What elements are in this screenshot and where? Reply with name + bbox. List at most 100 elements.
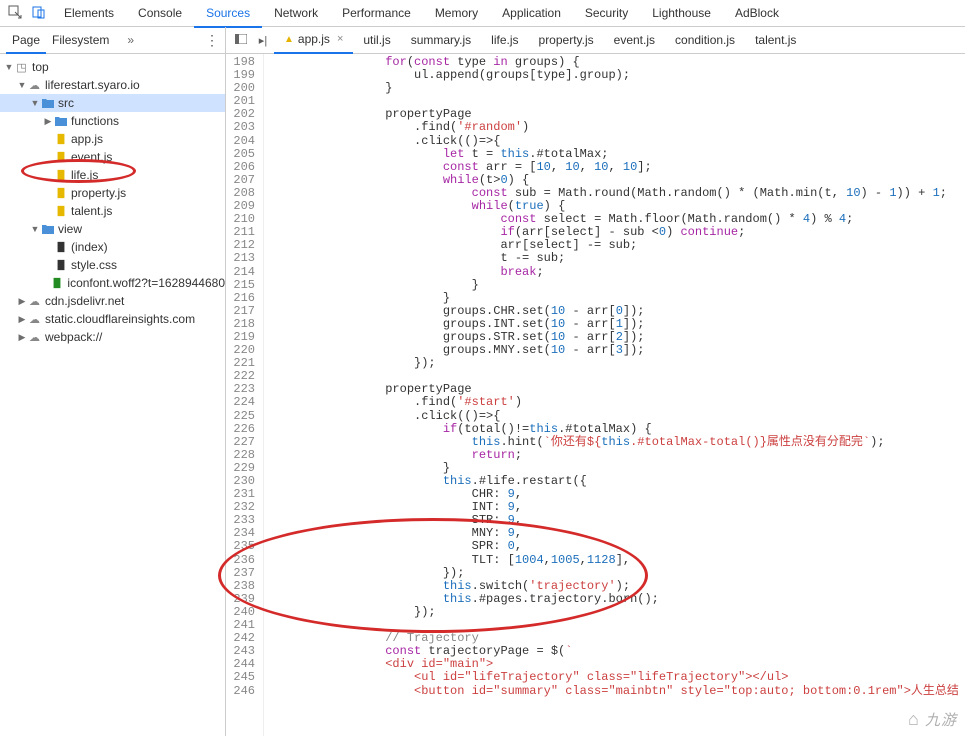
folder-blue-icon	[40, 222, 55, 236]
code-content[interactable]: for(const type in groups) { ul.append(gr…	[264, 54, 965, 736]
file-tab-label: property.js	[539, 33, 594, 47]
file-yellow-icon	[53, 186, 68, 200]
panel-tab-adblock[interactable]: AdBlock	[723, 0, 791, 26]
toggle-navigator-icon[interactable]	[230, 34, 252, 47]
tree-item[interactable]: (index)	[0, 238, 225, 256]
file-tab-label: life.js	[491, 33, 518, 47]
file-tab-label: condition.js	[675, 33, 735, 47]
tree-item-label: webpack://	[45, 330, 102, 344]
file-tab-label: talent.js	[755, 33, 796, 47]
tree-arrow-icon[interactable]: ▼	[30, 224, 40, 234]
tree-item[interactable]: ▶☁static.cloudflareinsights.com	[0, 310, 225, 328]
tree-item[interactable]: ▼◳top	[0, 58, 225, 76]
file-tab-label: summary.js	[411, 33, 471, 47]
tree-item[interactable]: event.js	[0, 148, 225, 166]
folder-blue-icon	[40, 96, 55, 110]
tree-item[interactable]: ▶ functions	[0, 112, 225, 130]
file-tab[interactable]: event.js	[604, 27, 665, 54]
tree-arrow-icon[interactable]: ▶	[17, 314, 27, 325]
tree-item[interactable]: talent.js	[0, 202, 225, 220]
tree-item-label: life.js	[71, 168, 98, 182]
tree-arrow-icon[interactable]: ▼	[30, 98, 40, 108]
cloud-icon: ☁	[27, 312, 42, 326]
close-icon[interactable]: ×	[337, 33, 343, 45]
file-tab[interactable]: property.js	[529, 27, 604, 54]
tree-item[interactable]: style.css	[0, 256, 225, 274]
tree-item[interactable]: ▼ view	[0, 220, 225, 238]
navigator-menu-icon[interactable]: ⋮	[205, 32, 219, 49]
file-tab[interactable]: condition.js	[665, 27, 745, 54]
panel-tab-network[interactable]: Network	[262, 0, 330, 26]
tree-item-label: static.cloudflareinsights.com	[45, 312, 195, 326]
tree-item[interactable]: life.js	[0, 166, 225, 184]
navigator-tabs: PageFilesystem » ⋮	[0, 27, 225, 54]
code-editor[interactable]: 198 199 200 201 202 203 204 205 206 207 …	[226, 54, 965, 736]
navigator-panel: PageFilesystem » ⋮ ▼◳top▼☁liferestart.sy…	[0, 27, 226, 736]
file-tab-label: util.js	[363, 33, 390, 47]
cloud-icon: ☁	[27, 330, 42, 344]
tree-item-label: event.js	[71, 150, 112, 164]
tree-item[interactable]: ▶☁cdn.jsdelivr.net	[0, 292, 225, 310]
file-yellow-icon	[53, 204, 68, 218]
tree-arrow-icon[interactable]: ▶	[17, 296, 27, 307]
tree-arrow-icon[interactable]: ▼	[4, 62, 14, 72]
file-tab[interactable]: util.js	[353, 27, 400, 54]
tree-item[interactable]: app.js	[0, 130, 225, 148]
tree-item-label: app.js	[71, 132, 103, 146]
tree-item-label: property.js	[71, 186, 126, 200]
file-dark-icon	[53, 240, 68, 254]
tree-arrow-icon[interactable]: ▶	[43, 116, 53, 127]
tree-item-label: top	[32, 60, 49, 74]
file-dark-icon	[53, 258, 68, 272]
line-gutter: 198 199 200 201 202 203 204 205 206 207 …	[226, 54, 264, 736]
file-tab-label: event.js	[614, 33, 655, 47]
file-yellow-icon	[53, 150, 68, 164]
panel-tab-security[interactable]: Security	[573, 0, 640, 26]
tree-item[interactable]: ▼ src	[0, 94, 225, 112]
tree-item-label: functions	[71, 114, 119, 128]
file-tree: ▼◳top▼☁liferestart.syaro.io▼src▶function…	[0, 54, 225, 350]
devtools-panel-tabs: ElementsConsoleSourcesNetworkPerformance…	[0, 0, 965, 27]
file-green-icon	[50, 276, 64, 290]
more-tabs-icon[interactable]: »	[127, 33, 134, 47]
tree-item-label: cdn.jsdelivr.net	[45, 294, 124, 308]
warning-icon: ▲	[284, 34, 294, 45]
editor-tabs: ▸| ▲ app.js × util.js summary.js life.js prope…	[226, 27, 965, 54]
tree-arrow-icon[interactable]: ▼	[17, 80, 27, 90]
panel-tab-performance[interactable]: Performance	[330, 0, 423, 26]
tree-item-label: src	[58, 96, 74, 110]
box-icon: ◳	[14, 60, 29, 74]
navigator-tab-page[interactable]: Page	[6, 28, 46, 54]
panel-tab-lighthouse[interactable]: Lighthouse	[640, 0, 723, 26]
file-tab[interactable]: talent.js	[745, 27, 806, 54]
panel-tab-application[interactable]: Application	[490, 0, 573, 26]
cloud-icon: ☁	[27, 294, 42, 308]
tree-item-label: (index)	[71, 240, 108, 254]
tree-item[interactable]: iconfont.woff2?t=1628944680	[0, 274, 225, 292]
tree-item[interactable]: ▼☁liferestart.syaro.io	[0, 76, 225, 94]
device-toggle-icon[interactable]	[28, 5, 50, 22]
panel-tab-elements[interactable]: Elements	[52, 0, 126, 26]
tree-item-label: talent.js	[71, 204, 112, 218]
navigator-tab-filesystem[interactable]: Filesystem	[46, 28, 115, 52]
folder-blue-icon	[53, 114, 68, 128]
panel-tab-console[interactable]: Console	[126, 0, 194, 26]
file-tab[interactable]: life.js	[481, 27, 528, 54]
file-tab[interactable]: ▲ app.js ×	[274, 27, 353, 54]
watermark: ⌂ 九游	[908, 709, 957, 730]
panel-tab-memory[interactable]: Memory	[423, 0, 490, 26]
tree-arrow-icon[interactable]: ▶	[17, 332, 27, 343]
file-tab[interactable]: summary.js	[401, 27, 481, 54]
tree-item-label: liferestart.syaro.io	[45, 78, 140, 92]
panel-tab-sources[interactable]: Sources	[194, 0, 262, 28]
file-yellow-icon	[53, 132, 68, 146]
tree-item[interactable]: ▶☁webpack://	[0, 328, 225, 346]
tree-item-label: view	[58, 222, 82, 236]
run-snippet-icon[interactable]: ▸|	[252, 34, 274, 47]
tree-item[interactable]: property.js	[0, 184, 225, 202]
file-yellow-icon	[53, 168, 68, 182]
cloud-icon: ☁	[27, 78, 42, 92]
inspect-icon[interactable]	[4, 5, 26, 22]
file-tab-label: app.js	[298, 32, 330, 46]
tree-item-label: iconfont.woff2?t=1628944680	[67, 276, 225, 290]
